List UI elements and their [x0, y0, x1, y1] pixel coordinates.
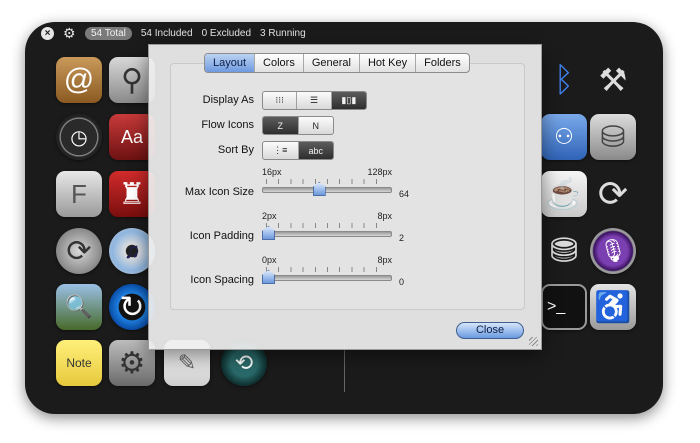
icon-spacing-min: 0px [262, 255, 277, 265]
max-icon-size-label: Max Icon Size [184, 186, 254, 198]
display-as-label: Display As [202, 94, 254, 106]
network-icon[interactable]: ⚇ [541, 114, 587, 160]
slider-knob[interactable] [312, 182, 326, 196]
utilities-icon[interactable]: ⚒ [590, 57, 636, 103]
address-book-icon[interactable]: @ [56, 57, 102, 103]
close-button[interactable]: Close [456, 322, 524, 339]
running-count: 3 Running [260, 27, 306, 39]
display-list-option[interactable]: ☰ [297, 92, 332, 109]
slider-knob[interactable] [262, 226, 275, 240]
icon-padding-max: 8px [377, 211, 392, 221]
drive-icon[interactable]: ⛁ [590, 114, 636, 160]
sync-icon[interactable]: ⟳ [56, 228, 102, 274]
max-icon-size-value: 64 [399, 189, 410, 199]
tab-hot-key[interactable]: Hot Key [360, 54, 417, 72]
max-icon-size-max: 128px [367, 167, 392, 177]
tab-folders[interactable]: Folders [416, 54, 469, 72]
sort-by-label: Sort By [217, 144, 254, 156]
slider-ticks [266, 179, 388, 184]
icon-spacing-label: Icon Spacing [190, 274, 254, 286]
font-icon[interactable]: F [56, 171, 102, 217]
slider-track [262, 275, 392, 281]
photo-icon[interactable]: 🔍 [56, 284, 102, 330]
sync-arrows-icon[interactable]: ⟳ [590, 171, 636, 217]
database-icon[interactable]: ⛃ [541, 228, 587, 274]
flow-icons-control: Z N [262, 116, 334, 135]
sort-manual-option[interactable]: ⋮≡ [263, 142, 299, 159]
icon-padding-label: Icon Padding [189, 230, 254, 242]
status-bar: × ⚙ 54 Total 54 Included 0 Excluded 3 Ru… [25, 22, 663, 44]
display-grid-option[interactable]: ⁝⁝⁝ [263, 92, 298, 109]
bluetooth-icon[interactable]: ᛒ [541, 57, 587, 103]
display-flow-option[interactable]: ▮▯▮ [331, 92, 366, 109]
icon-spacing-max: 8px [377, 255, 392, 265]
tab-colors[interactable]: Colors [255, 54, 304, 72]
excluded-count: 0 Excluded [201, 27, 252, 39]
stickies-icon[interactable]: Note [56, 340, 102, 386]
slider-ticks [266, 223, 388, 228]
icon-padding-value: 2 [399, 233, 405, 243]
icon-padding-slider[interactable]: 2px 8px [262, 211, 392, 240]
flow-horizontal-option[interactable]: Z [263, 117, 299, 134]
terminal-icon[interactable]: >_ [541, 284, 587, 330]
podcast-icon[interactable]: 🎙 [590, 228, 636, 274]
slider-track [262, 231, 392, 237]
gear-icon[interactable]: ⚙ [63, 26, 76, 40]
slider-knob[interactable] [262, 270, 275, 284]
total-badge: 54 Total [85, 26, 132, 40]
dashboard-icon[interactable]: ◷ [56, 114, 102, 160]
icon-spacing-value: 0 [399, 277, 405, 287]
icon-spacing-slider[interactable]: 0px 8px [262, 255, 392, 284]
close-icon[interactable]: × [41, 26, 54, 40]
icon-padding-min: 2px [262, 211, 277, 221]
display-as-control: ⁝⁝⁝ ☰ ▮▯▮ [262, 91, 367, 110]
flow-vertical-option[interactable]: N [299, 117, 334, 134]
sort-by-control: ⋮≡ abc [262, 141, 334, 160]
included-count: 54 Included [140, 27, 193, 39]
preferences-panel: Layout Colors General Hot Key Folders Di… [148, 44, 542, 350]
coffee-icon[interactable]: ☕ [541, 171, 587, 217]
tab-general[interactable]: General [304, 54, 360, 72]
accessibility-icon[interactable]: ♿ [590, 284, 636, 330]
tab-layout[interactable]: Layout [205, 54, 256, 72]
sort-alpha-option[interactable]: abc [298, 142, 333, 159]
preferences-tabs: Layout Colors General Hot Key Folders [204, 53, 470, 73]
slider-track [262, 187, 392, 193]
flow-icons-label: Flow Icons [201, 119, 254, 131]
resize-grip-icon[interactable] [529, 337, 538, 346]
dock-divider [344, 346, 345, 392]
max-icon-size-slider[interactable]: 16px 128px [262, 167, 392, 196]
max-icon-size-min: 16px [262, 167, 282, 177]
slider-ticks [266, 267, 388, 272]
